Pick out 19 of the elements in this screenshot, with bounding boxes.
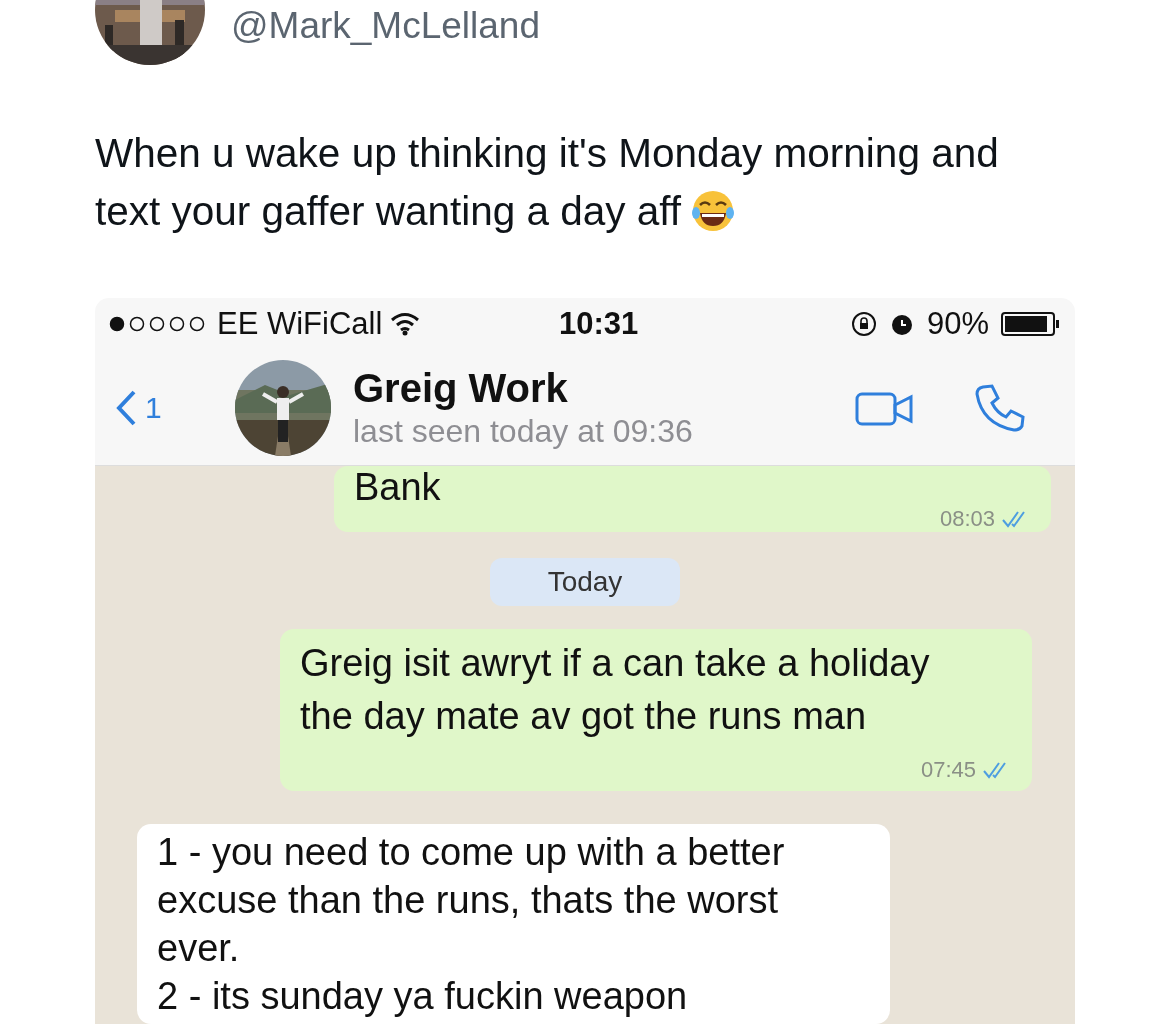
clock-time: 10:31 <box>558 306 640 342</box>
message-time: 07:45 <box>920 757 976 783</box>
message-text: Bank <box>354 466 442 508</box>
message-text: 1 - you need to come up with a better excuse than the runs, thats the worst ever. 2 - its sunday ya fuckin weapon <box>157 830 786 1019</box>
tweet-text: When u wake up thinking it's Monday morning and text your gaffer wanting a day aff <box>95 129 1000 236</box>
last-seen-status: last seen today at 09:36 <box>353 412 694 450</box>
phone-icon[interactable] <box>975 382 1025 433</box>
contact-name: Greig Work <box>353 365 569 411</box>
back-chevron-icon <box>115 388 137 427</box>
rotation-lock-icon <box>850 311 877 337</box>
message-text: Greig isit awryt if a can take a holiday the day mate av got the runs man <box>300 641 931 739</box>
battery-icon <box>1001 311 1061 337</box>
back-button[interactable]: 1 <box>115 388 235 427</box>
user-handle[interactable]: @Mark_McLelland <box>231 5 540 47</box>
laughing-emoji-icon <box>691 189 736 233</box>
wifi-icon <box>390 312 421 336</box>
message-time: 08:03 <box>939 508 995 530</box>
carrier-name: EE WiFiCall <box>217 306 383 342</box>
battery-percent: 90% <box>926 306 989 342</box>
